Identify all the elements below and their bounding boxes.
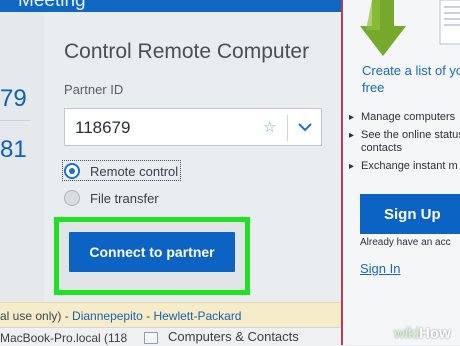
control-remote-panel: Control Remote Computer Partner ID 11867… <box>44 12 341 302</box>
promo-headline: Create a list of your computers for free <box>362 63 460 95</box>
promo-panel: Create a list of your computers for free… <box>343 0 460 345</box>
title-bar: Meeting <box>0 0 345 12</box>
partner-id-input[interactable]: 118679 ☆ <box>64 108 322 146</box>
panel-title: Control Remote Computer <box>64 40 310 63</box>
list-item: See the online status <box>349 129 460 142</box>
arrow-down-icon <box>360 0 406 56</box>
sign-up-button[interactable]: Sign Up <box>360 194 460 234</box>
your-id-panel: 79 81 <box>0 12 44 302</box>
computers-contacts-tab[interactable]: Computers & Contacts <box>168 329 299 344</box>
star-icon[interactable]: ☆ <box>263 118 276 136</box>
divider <box>0 120 30 121</box>
sign-in-link[interactable]: Sign In <box>360 261 400 276</box>
laptop-icon <box>439 0 460 45</box>
wikihow-watermark: wikiHow <box>394 325 451 342</box>
status-separator: - <box>61 309 73 323</box>
list-item: Exchange instant m <box>349 160 460 173</box>
chevron-down-icon[interactable] <box>297 121 313 133</box>
user-link[interactable]: Diannepepito <box>72 309 143 323</box>
highlight-frame: Connect to partner <box>54 217 250 295</box>
your-id-fragment: 79 <box>0 85 27 112</box>
vendor-link[interactable]: Hewlett-Packard <box>153 309 241 323</box>
radio-remote-control[interactable] <box>64 163 80 179</box>
app-title: Meeting <box>18 0 86 11</box>
status-separator: - <box>142 309 154 323</box>
connect-to-partner-button[interactable]: Connect to partner <box>69 232 235 272</box>
status-bar: al use only) - Diannepepito - Hewlett-Pa… <box>0 302 345 328</box>
watermark-how: How <box>419 325 451 342</box>
radio-file-transfer[interactable] <box>64 190 80 206</box>
computers-icon <box>144 332 158 344</box>
password-fragment: 81 <box>0 136 27 163</box>
watermark-wiki: wiki <box>394 325 419 342</box>
already-have-account-text: Already have an acc <box>360 237 451 248</box>
list-item: Manage computers <box>349 111 460 124</box>
remote-control-label[interactable]: Remote control <box>90 164 178 179</box>
bottom-strip: MacBook-Pro.local (118 Computers & Conta… <box>0 327 345 346</box>
status-text: al use only) - Diannepepito - Hewlett-Pa… <box>0 309 241 323</box>
input-separator <box>287 115 288 141</box>
partner-id-label: Partner ID <box>64 82 124 97</box>
partner-id-value: 118679 <box>75 118 131 137</box>
list-item: contacts <box>361 142 402 154</box>
file-transfer-label[interactable]: File transfer <box>90 191 159 206</box>
computer-entry[interactable]: MacBook-Pro.local (118 <box>0 331 127 345</box>
promo-bullets: Manage computers See the online status c… <box>349 111 460 178</box>
license-fragment: al use only) <box>0 309 62 323</box>
